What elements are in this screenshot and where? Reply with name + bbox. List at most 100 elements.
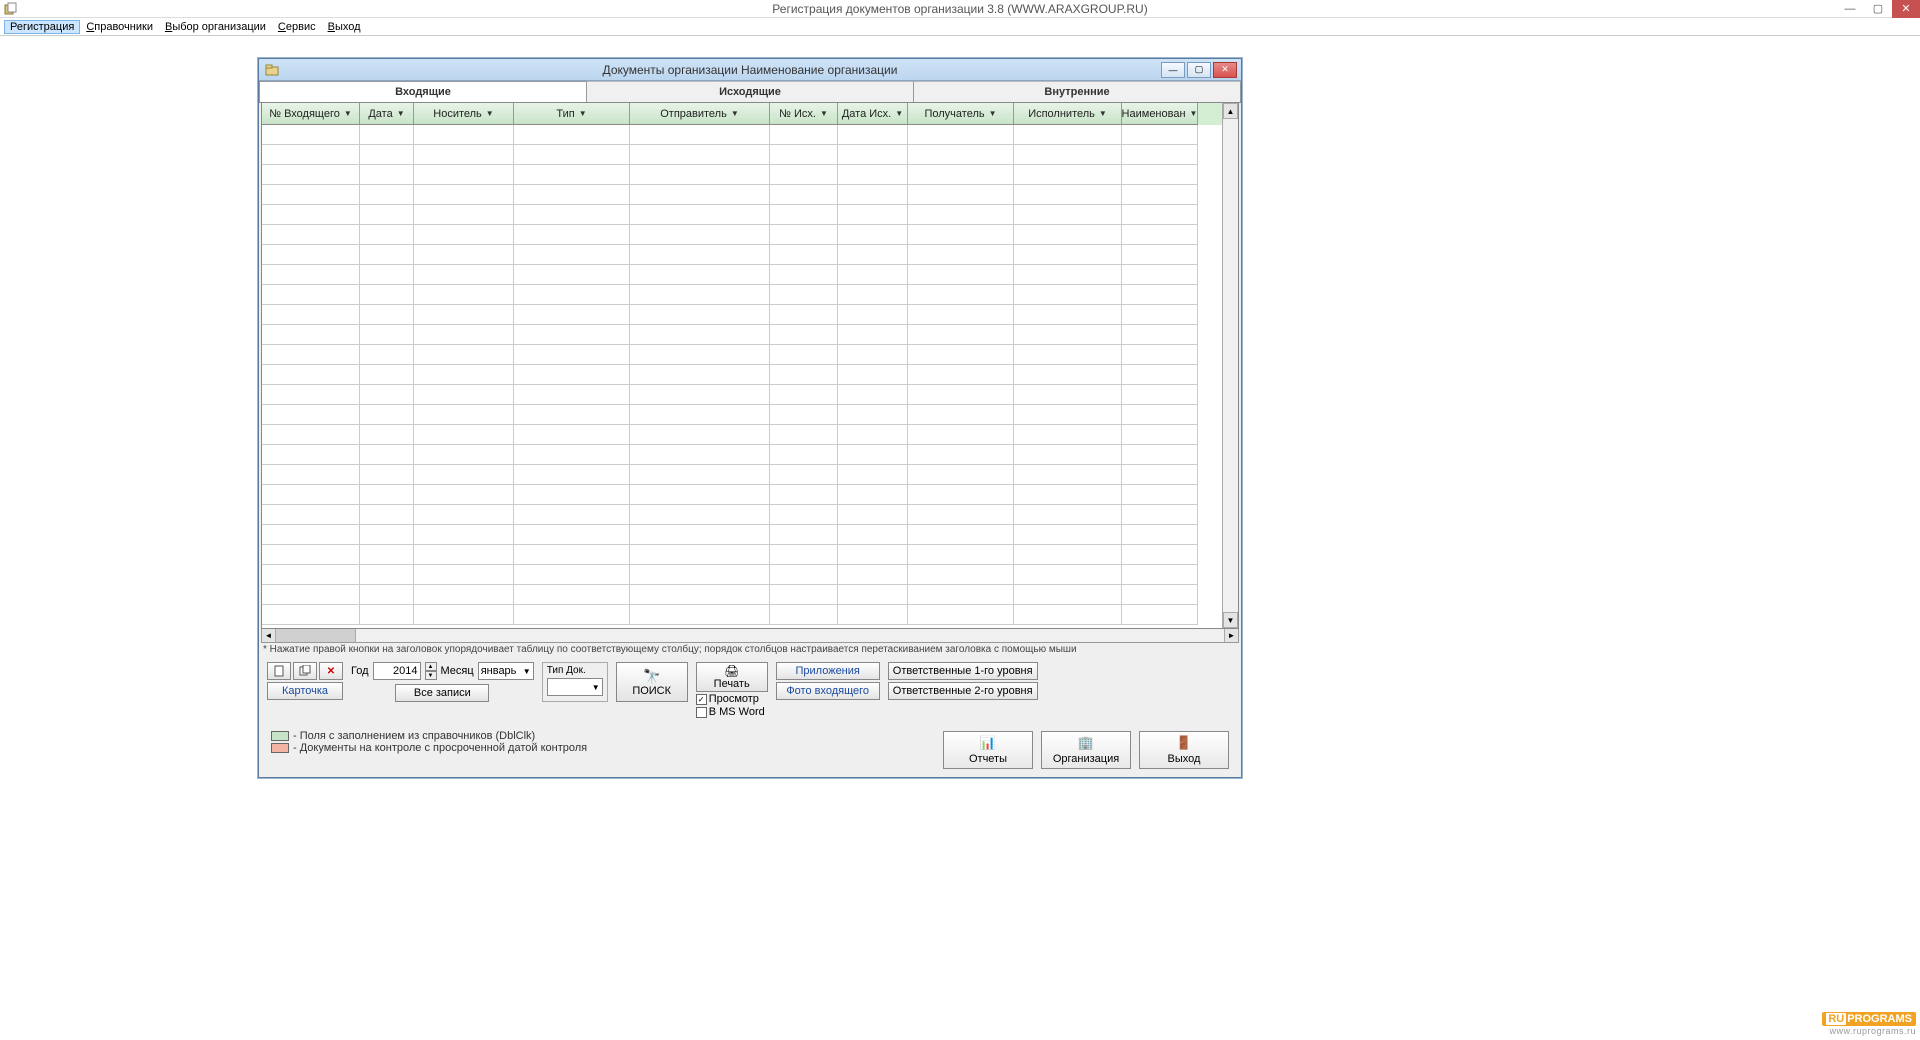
incoming-photo-button[interactable]: Фото входящего — [776, 682, 880, 700]
table-cell — [770, 605, 838, 625]
column-header[interactable]: № Входящего▼ — [262, 103, 360, 125]
responsible-level1-button[interactable]: Ответственные 1-го уровня — [888, 662, 1038, 680]
scroll-down-arrow-icon[interactable]: ▼ — [1223, 612, 1238, 628]
msword-checkbox[interactable] — [696, 707, 707, 718]
table-row[interactable] — [262, 125, 1222, 145]
table-cell — [838, 385, 908, 405]
table-row[interactable] — [262, 165, 1222, 185]
doc-type-select[interactable]: ▼ — [547, 678, 603, 696]
table-row[interactable] — [262, 285, 1222, 305]
tab-incoming[interactable]: Входящие — [259, 81, 587, 102]
menu-service[interactable]: Сервис — [272, 20, 322, 34]
table-cell — [838, 405, 908, 425]
menu-registration[interactable]: Регистрация — [4, 20, 80, 34]
year-spinner[interactable]: ▲▼ — [425, 662, 437, 680]
table-cell — [630, 365, 770, 385]
menu-choose-org[interactable]: Выбор организации — [159, 20, 272, 34]
table-cell — [262, 505, 360, 525]
table-row[interactable] — [262, 205, 1222, 225]
table-cell — [514, 305, 630, 325]
tab-internal[interactable]: Внутренние — [914, 81, 1241, 102]
app-minimize-button[interactable]: — — [1836, 0, 1864, 18]
table-row[interactable] — [262, 305, 1222, 325]
table-row[interactable] — [262, 525, 1222, 545]
column-header[interactable]: Тип▼ — [514, 103, 630, 125]
menu-exit[interactable]: Выход — [322, 20, 367, 34]
table-row[interactable] — [262, 505, 1222, 525]
horizontal-scrollbar[interactable]: ◄ ► — [261, 629, 1239, 643]
mdi-minimize-button[interactable]: — — [1161, 62, 1185, 78]
vertical-scrollbar[interactable]: ▲ ▼ — [1222, 103, 1238, 628]
table-cell — [360, 465, 414, 485]
table-cell — [360, 565, 414, 585]
table-row[interactable] — [262, 265, 1222, 285]
table-cell — [262, 245, 360, 265]
month-select[interactable]: январь▼ — [478, 662, 534, 680]
table-row[interactable] — [262, 425, 1222, 445]
mdi-close-button[interactable]: ✕ — [1213, 62, 1237, 78]
table-cell — [360, 425, 414, 445]
table-row[interactable] — [262, 585, 1222, 605]
column-header[interactable]: Получатель▼ — [908, 103, 1014, 125]
column-header[interactable]: Исполнитель▼ — [1014, 103, 1122, 125]
table-row[interactable] — [262, 365, 1222, 385]
table-row[interactable] — [262, 325, 1222, 345]
scroll-right-arrow-icon[interactable]: ► — [1224, 629, 1238, 642]
scroll-left-arrow-icon[interactable]: ◄ — [262, 629, 276, 642]
table-row[interactable] — [262, 185, 1222, 205]
table-cell — [770, 585, 838, 605]
table-cell — [262, 285, 360, 305]
attachments-button[interactable]: Приложения — [776, 662, 880, 680]
print-button[interactable]: 🖨 Печать — [696, 662, 768, 692]
search-button[interactable]: 🔭 ПОИСК — [616, 662, 688, 702]
column-header[interactable]: № Исх.▼ — [770, 103, 838, 125]
table-row[interactable] — [262, 485, 1222, 505]
table-row[interactable] — [262, 345, 1222, 365]
mdi-maximize-button[interactable]: ▢ — [1187, 62, 1211, 78]
table-row[interactable] — [262, 605, 1222, 625]
scroll-up-arrow-icon[interactable]: ▲ — [1223, 103, 1238, 119]
table-cell — [1122, 545, 1198, 565]
legend-swatch-green — [271, 731, 289, 741]
table-cell — [514, 325, 630, 345]
dropdown-arrow-icon: ▼ — [820, 109, 828, 118]
column-header[interactable]: Наименован▼ — [1122, 103, 1198, 125]
grid-hint: * Нажатие правой кнопки на заголовок упо… — [259, 643, 1241, 656]
all-records-button[interactable]: Все записи — [395, 684, 489, 702]
column-header[interactable]: Отправитель▼ — [630, 103, 770, 125]
card-button[interactable]: Карточка — [267, 682, 343, 700]
exit-button[interactable]: 🚪 Выход — [1139, 731, 1229, 769]
table-row[interactable] — [262, 225, 1222, 245]
table-cell — [770, 145, 838, 165]
table-cell — [514, 145, 630, 165]
reports-button[interactable]: 📊 Отчеты — [943, 731, 1033, 769]
table-cell — [262, 425, 360, 445]
table-cell — [770, 405, 838, 425]
table-cell — [360, 205, 414, 225]
table-row[interactable] — [262, 245, 1222, 265]
preview-checkbox[interactable]: ✓ — [696, 694, 707, 705]
delete-document-button[interactable]: ✕ — [319, 662, 343, 680]
table-row[interactable] — [262, 465, 1222, 485]
app-close-button[interactable]: ✕ — [1892, 0, 1920, 18]
table-row[interactable] — [262, 405, 1222, 425]
app-maximize-button[interactable]: ▢ — [1864, 0, 1892, 18]
table-row[interactable] — [262, 545, 1222, 565]
year-input[interactable] — [373, 662, 421, 680]
menu-references[interactable]: Справочники — [80, 20, 159, 34]
new-document-button[interactable] — [267, 662, 291, 680]
column-header[interactable]: Дата Исх.▼ — [838, 103, 908, 125]
table-row[interactable] — [262, 565, 1222, 585]
column-header[interactable]: Носитель▼ — [414, 103, 514, 125]
table-cell — [1122, 465, 1198, 485]
organization-button[interactable]: 🏢 Организация — [1041, 731, 1131, 769]
table-row[interactable] — [262, 145, 1222, 165]
copy-document-button[interactable] — [293, 662, 317, 680]
table-row[interactable] — [262, 385, 1222, 405]
responsible-level2-button[interactable]: Ответственные 2-го уровня — [888, 682, 1038, 700]
tab-row: Входящие Исходящие Внутренние — [259, 81, 1241, 103]
tab-outgoing[interactable]: Исходящие — [587, 81, 914, 102]
column-header[interactable]: Дата▼ — [360, 103, 414, 125]
table-row[interactable] — [262, 445, 1222, 465]
scroll-thumb[interactable] — [276, 629, 356, 642]
